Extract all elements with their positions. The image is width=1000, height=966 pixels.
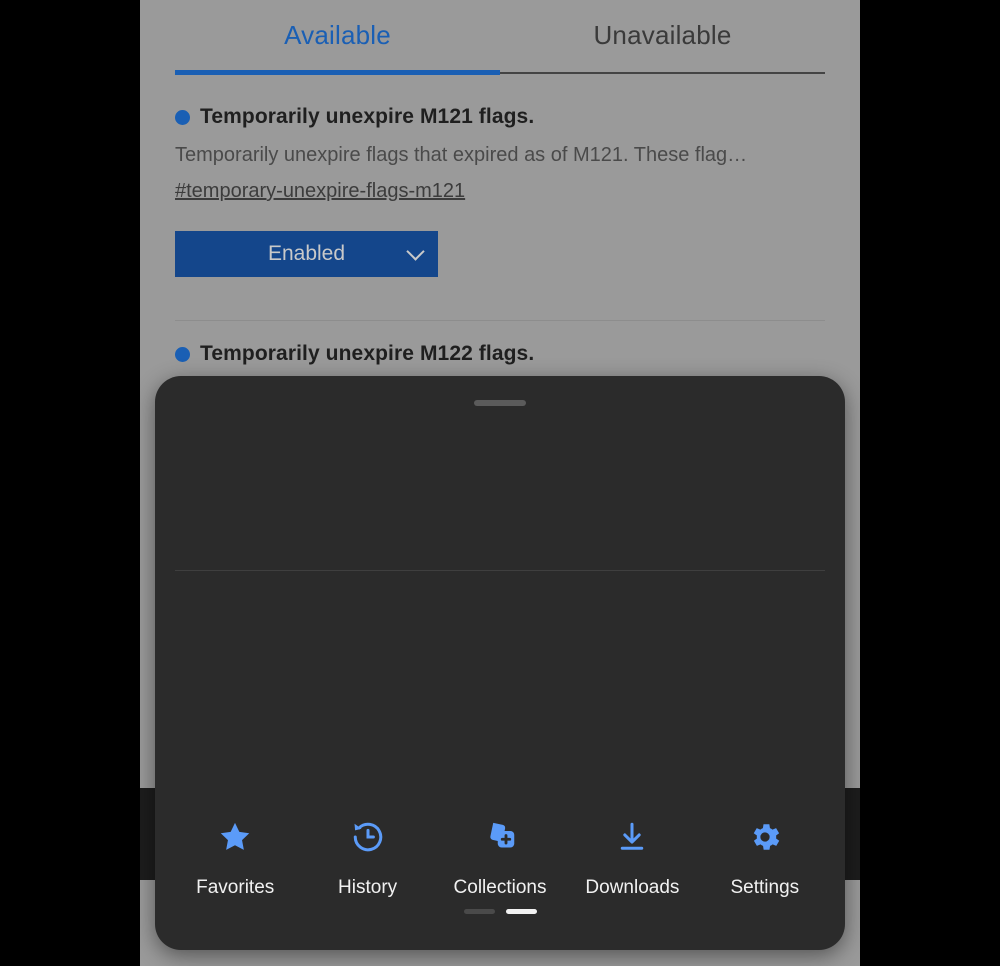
chevron-down-icon [406,242,425,261]
menu-item-settings[interactable]: Settings [699,814,831,900]
flag-state-select[interactable]: Enabled [175,231,438,277]
sheet-divider [175,570,825,571]
tab-available[interactable]: Available [175,18,500,52]
drag-handle[interactable] [474,400,526,406]
flag-title: Temporarily unexpire M122 flags. [200,342,535,365]
tab-unavailable[interactable]: Unavailable [500,18,825,52]
menu-item-label: Collections [453,877,547,898]
browser-menu-sheet: Favorites History Collections Downloads … [155,376,845,950]
flag-divider [175,320,825,321]
menu-item-collections[interactable]: Collections [434,814,566,900]
menu-item-favorites[interactable]: Favorites [169,814,301,900]
menu-item-label: Settings [730,877,800,898]
history-icon [350,814,386,860]
page-dash-1[interactable] [463,909,495,914]
flag-description: Temporarily unexpire flags that expired … [175,144,748,166]
tab-indicator [175,70,500,75]
flag-title-row: Temporarily unexpire M122 flags. [175,340,825,368]
download-icon [614,814,650,860]
flag-state-value: Enabled [267,242,346,265]
menu-item-label: Downloads [585,877,680,898]
star-icon [217,814,253,860]
menu-item-label: History [338,877,398,898]
menu-row-primary: Favorites History Collections Downloads … [155,814,845,900]
flag-status-dot [175,346,190,362]
menu-item-downloads[interactable]: Downloads [566,814,698,900]
sheet-pagination [155,909,845,914]
collections-icon [482,814,518,860]
flag-title-row: Temporarily unexpire M121 flags. [175,103,825,131]
flag-entry: Temporarily unexpire M121 flags. Tempora… [175,103,825,277]
menu-item-history[interactable]: History [301,814,433,900]
flag-entry: Temporarily unexpire M122 flags. [175,340,825,368]
screen: Available Unavailable Temporarily unexpi… [0,0,1000,966]
flag-title: Temporarily unexpire M121 flags. [200,105,535,128]
gear-icon [747,814,783,860]
flag-anchor-link[interactable]: #temporary-unexpire-flags-m121 [175,178,465,204]
flag-status-dot [175,109,190,125]
flags-tabbar: Available Unavailable [175,0,825,80]
menu-item-label: Favorites [196,877,275,898]
page-dash-2[interactable] [505,909,537,914]
